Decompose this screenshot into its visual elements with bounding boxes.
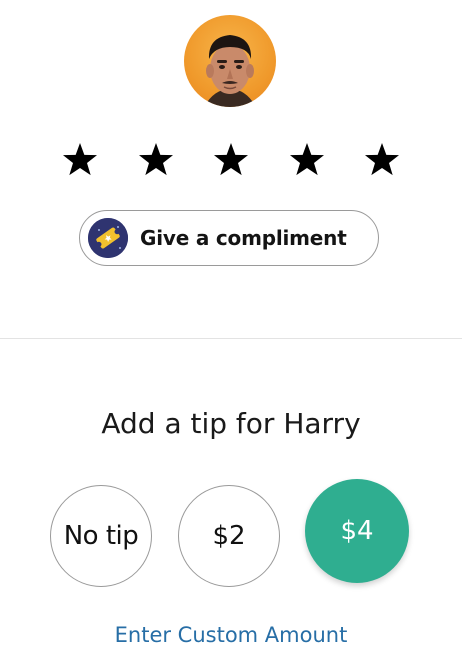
star-2-icon[interactable]	[132, 136, 180, 184]
tip-option-4-dollars[interactable]: $4	[305, 479, 409, 583]
section-divider	[0, 338, 462, 339]
tip-option-2-dollars[interactable]: $2	[178, 485, 280, 587]
tip-heading: Add a tip for Harry	[101, 407, 361, 440]
star-rating	[56, 134, 406, 186]
tip-option-no-tip[interactable]: No tip	[50, 485, 152, 587]
star-1-icon[interactable]	[56, 136, 104, 184]
tip-option-label: $4	[340, 516, 374, 546]
give-compliment-button[interactable]: Give a compliment	[79, 210, 379, 266]
star-4-icon[interactable]	[283, 136, 331, 184]
driver-avatar	[184, 15, 276, 107]
compliment-ticket-icon	[88, 218, 128, 258]
enter-custom-amount-link[interactable]: Enter Custom Amount	[0, 623, 462, 647]
driver-photo	[204, 35, 256, 107]
star-5-icon[interactable]	[358, 136, 406, 184]
tip-option-label: $2	[212, 521, 246, 551]
tip-option-label: No tip	[63, 521, 139, 551]
give-compliment-label: Give a compliment	[140, 226, 347, 250]
star-3-icon[interactable]	[207, 136, 255, 184]
